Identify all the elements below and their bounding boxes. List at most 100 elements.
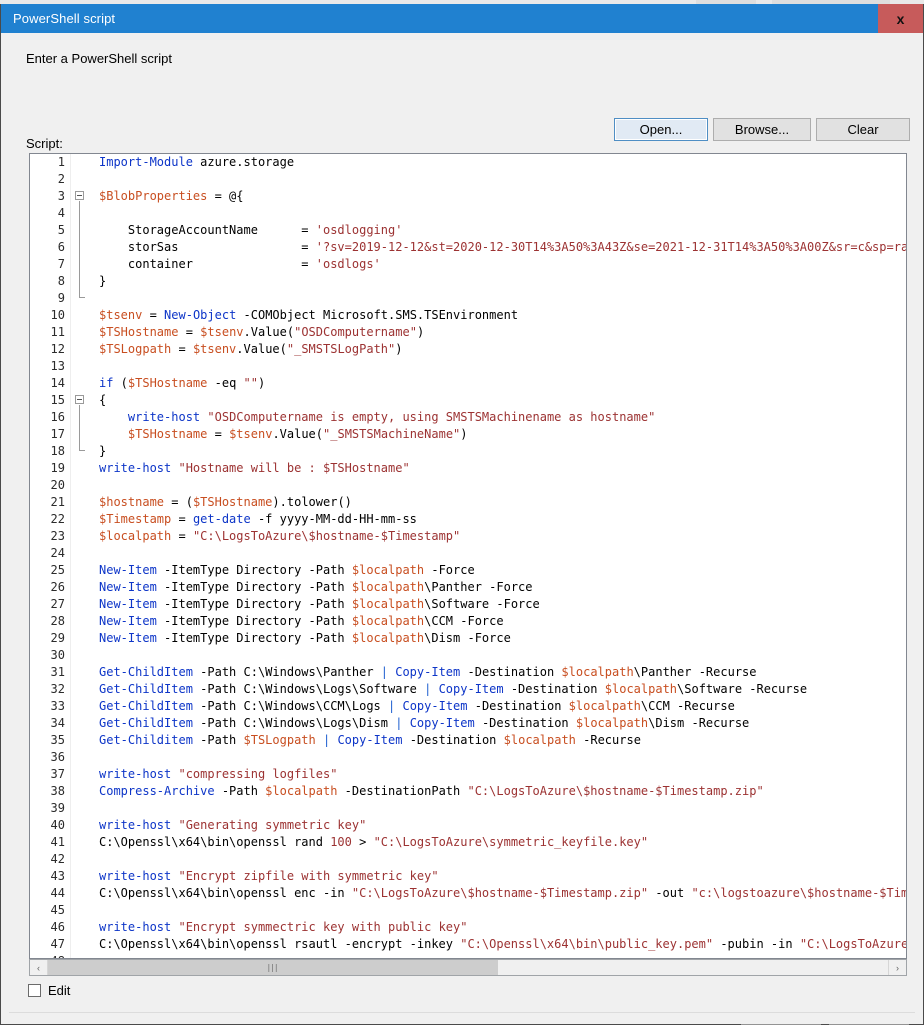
fold-gutter[interactable] <box>70 953 95 958</box>
fold-gutter[interactable] <box>70 783 95 800</box>
close-icon[interactable]: x <box>878 4 923 33</box>
code-text[interactable]: Compress-Archive -Path $localpath -Desti… <box>95 783 906 800</box>
code-line[interactable]: 8} <box>30 273 906 290</box>
code-line[interactable]: 2 <box>30 171 906 188</box>
code-text[interactable]: New-Item -ItemType Directory -Path $loca… <box>95 562 906 579</box>
code-line[interactable]: 40 write-host "Generating symmetric key" <box>30 817 906 834</box>
scroll-right-arrow-icon[interactable]: › <box>888 960 906 975</box>
code-text[interactable]: } <box>95 443 906 460</box>
code-text[interactable]: New-Item -ItemType Directory -Path $loca… <box>95 613 906 630</box>
code-line[interactable]: 41 C:\Openssl\x64\bin\openssl rand 100 > … <box>30 834 906 851</box>
fold-gutter[interactable] <box>70 579 95 596</box>
code-line[interactable]: 24 <box>30 545 906 562</box>
code-line[interactable]: 27 New-Item -ItemType Directory -Path $lo… <box>30 596 906 613</box>
code-text[interactable] <box>95 851 906 868</box>
code-line[interactable]: 3 $BlobProperties = @{ <box>30 188 906 205</box>
code-text[interactable]: $TSHostname = $tsenv.Value("OSDComputern… <box>95 324 906 341</box>
fold-gutter[interactable] <box>70 358 95 375</box>
scrollbar-thumb[interactable]: ||| <box>48 960 498 975</box>
code-text[interactable]: container = 'osdlogs' <box>95 256 906 273</box>
code-line[interactable]: 16 write-host "OSDComputername is empty,… <box>30 409 906 426</box>
code-line[interactable]: 4 <box>30 205 906 222</box>
code-text[interactable] <box>95 358 906 375</box>
open-button[interactable]: Open... <box>614 118 708 141</box>
code-line[interactable]: 34 Get-ChildItem -Path C:\Windows\Logs\Di… <box>30 715 906 732</box>
code-line[interactable]: 32 Get-ChildItem -Path C:\Windows\Logs\So… <box>30 681 906 698</box>
code-text[interactable]: C:\Openssl\x64\bin\openssl rsautl -encry… <box>95 936 906 953</box>
fold-gutter[interactable] <box>70 307 95 324</box>
code-text[interactable]: $hostname = ($TSHostname).tolower() <box>95 494 906 511</box>
code-text[interactable]: write-host "Generating symmetric key" <box>95 817 906 834</box>
code-line[interactable]: 45 <box>30 902 906 919</box>
code-line[interactable]: 22 $Timestamp = get-date -f yyyy-MM-dd-HH… <box>30 511 906 528</box>
code-line[interactable]: 19 write-host "Hostname will be : $TSHost… <box>30 460 906 477</box>
code-line[interactable]: 5 StorageAccountName = 'osdlogging' <box>30 222 906 239</box>
code-text[interactable]: Get-ChildItem -Path C:\Windows\Logs\Soft… <box>95 681 906 698</box>
code-text[interactable]: $BlobProperties = @{ <box>95 188 906 205</box>
fold-gutter[interactable] <box>70 834 95 851</box>
fold-gutter[interactable] <box>70 222 95 239</box>
code-line[interactable]: 37 write-host "compressing logfiles" <box>30 766 906 783</box>
fold-gutter[interactable] <box>70 817 95 834</box>
code-line[interactable]: 9 <box>30 290 906 307</box>
fold-gutter[interactable] <box>70 647 95 664</box>
fold-gutter[interactable] <box>70 766 95 783</box>
code-text[interactable]: New-Item -ItemType Directory -Path $loca… <box>95 579 906 596</box>
code-text[interactable]: New-Item -ItemType Directory -Path $loca… <box>95 630 906 647</box>
fold-gutter[interactable] <box>70 528 95 545</box>
code-line[interactable]: 43 write-host "Encrypt zipfile with symme… <box>30 868 906 885</box>
scroll-left-arrow-icon[interactable]: ‹ <box>30 960 48 975</box>
code-line[interactable]: 42 <box>30 851 906 868</box>
code-line[interactable]: 13 <box>30 358 906 375</box>
code-text[interactable] <box>95 800 906 817</box>
fold-gutter[interactable] <box>70 324 95 341</box>
code-line[interactable]: 28 New-Item -ItemType Directory -Path $lo… <box>30 613 906 630</box>
fold-gutter[interactable] <box>70 885 95 902</box>
code-line[interactable]: 35 Get-Childitem -Path $TSLogpath | Copy-… <box>30 732 906 749</box>
code-text[interactable]: { <box>95 392 906 409</box>
code-line[interactable]: 29 New-Item -ItemType Directory -Path $lo… <box>30 630 906 647</box>
fold-gutter[interactable] <box>70 188 95 205</box>
code-line[interactable]: 17 $TSHostname = $tsenv.Value("_SMSTSMac… <box>30 426 906 443</box>
code-text[interactable]: Get-ChildItem -Path C:\Windows\Logs\Dism… <box>95 715 906 732</box>
code-text[interactable] <box>95 749 906 766</box>
fold-gutter[interactable] <box>70 868 95 885</box>
code-text[interactable]: storSas = '?sv=2019-12-12&st=2020-12-30T… <box>95 239 906 256</box>
code-line[interactable]: 10 $tsenv = New-Object -COMObject Microso… <box>30 307 906 324</box>
code-line[interactable]: 12 $TSLogpath = $tsenv.Value("_SMSTSLogPa… <box>30 341 906 358</box>
fold-gutter[interactable] <box>70 392 95 409</box>
fold-gutter[interactable] <box>70 936 95 953</box>
fold-gutter[interactable] <box>70 681 95 698</box>
code-line[interactable]: 26 New-Item -ItemType Directory -Path $lo… <box>30 579 906 596</box>
fold-toggle-icon[interactable] <box>75 191 84 200</box>
fold-gutter[interactable] <box>70 698 95 715</box>
code-text[interactable] <box>95 290 906 307</box>
code-text[interactable]: Get-ChildItem -Path C:\Windows\Panther |… <box>95 664 906 681</box>
code-text[interactable]: Get-Childitem -Path $TSLogpath | Copy-It… <box>95 732 906 749</box>
script-editor[interactable]: 1 Import-Module azure.storage 2 3 $BlobProp… <box>29 153 907 959</box>
fold-gutter[interactable] <box>70 596 95 613</box>
code-text[interactable]: $Timestamp = get-date -f yyyy-MM-dd-HH-m… <box>95 511 906 528</box>
fold-gutter[interactable] <box>70 426 95 443</box>
fold-gutter[interactable] <box>70 154 95 171</box>
fold-gutter[interactable] <box>70 290 95 307</box>
code-line[interactable]: 48 <box>30 953 906 958</box>
code-text[interactable]: write-host "Encrypt zipfile with symmetr… <box>95 868 906 885</box>
code-text[interactable] <box>95 205 906 222</box>
edit-checkbox-row[interactable]: Edit <box>28 983 70 998</box>
code-line[interactable]: 30 <box>30 647 906 664</box>
fold-gutter[interactable] <box>70 256 95 273</box>
code-line[interactable]: 14 if ($TSHostname -eq "") <box>30 375 906 392</box>
code-text[interactable]: $TSHostname = $tsenv.Value("_SMSTSMachin… <box>95 426 906 443</box>
clear-button[interactable]: Clear <box>816 118 910 141</box>
code-line[interactable]: 44 C:\Openssl\x64\bin\openssl enc -in "C:… <box>30 885 906 902</box>
code-line[interactable]: 46 write-host "Encrypt symmectric key wit… <box>30 919 906 936</box>
fold-gutter[interactable] <box>70 749 95 766</box>
code-line[interactable]: 18} <box>30 443 906 460</box>
code-text[interactable] <box>95 953 906 958</box>
fold-gutter[interactable] <box>70 409 95 426</box>
scrollbar-track[interactable]: ||| <box>48 960 888 975</box>
code-line[interactable]: 1 Import-Module azure.storage <box>30 154 906 171</box>
fold-gutter[interactable] <box>70 273 95 290</box>
fold-gutter[interactable] <box>70 460 95 477</box>
